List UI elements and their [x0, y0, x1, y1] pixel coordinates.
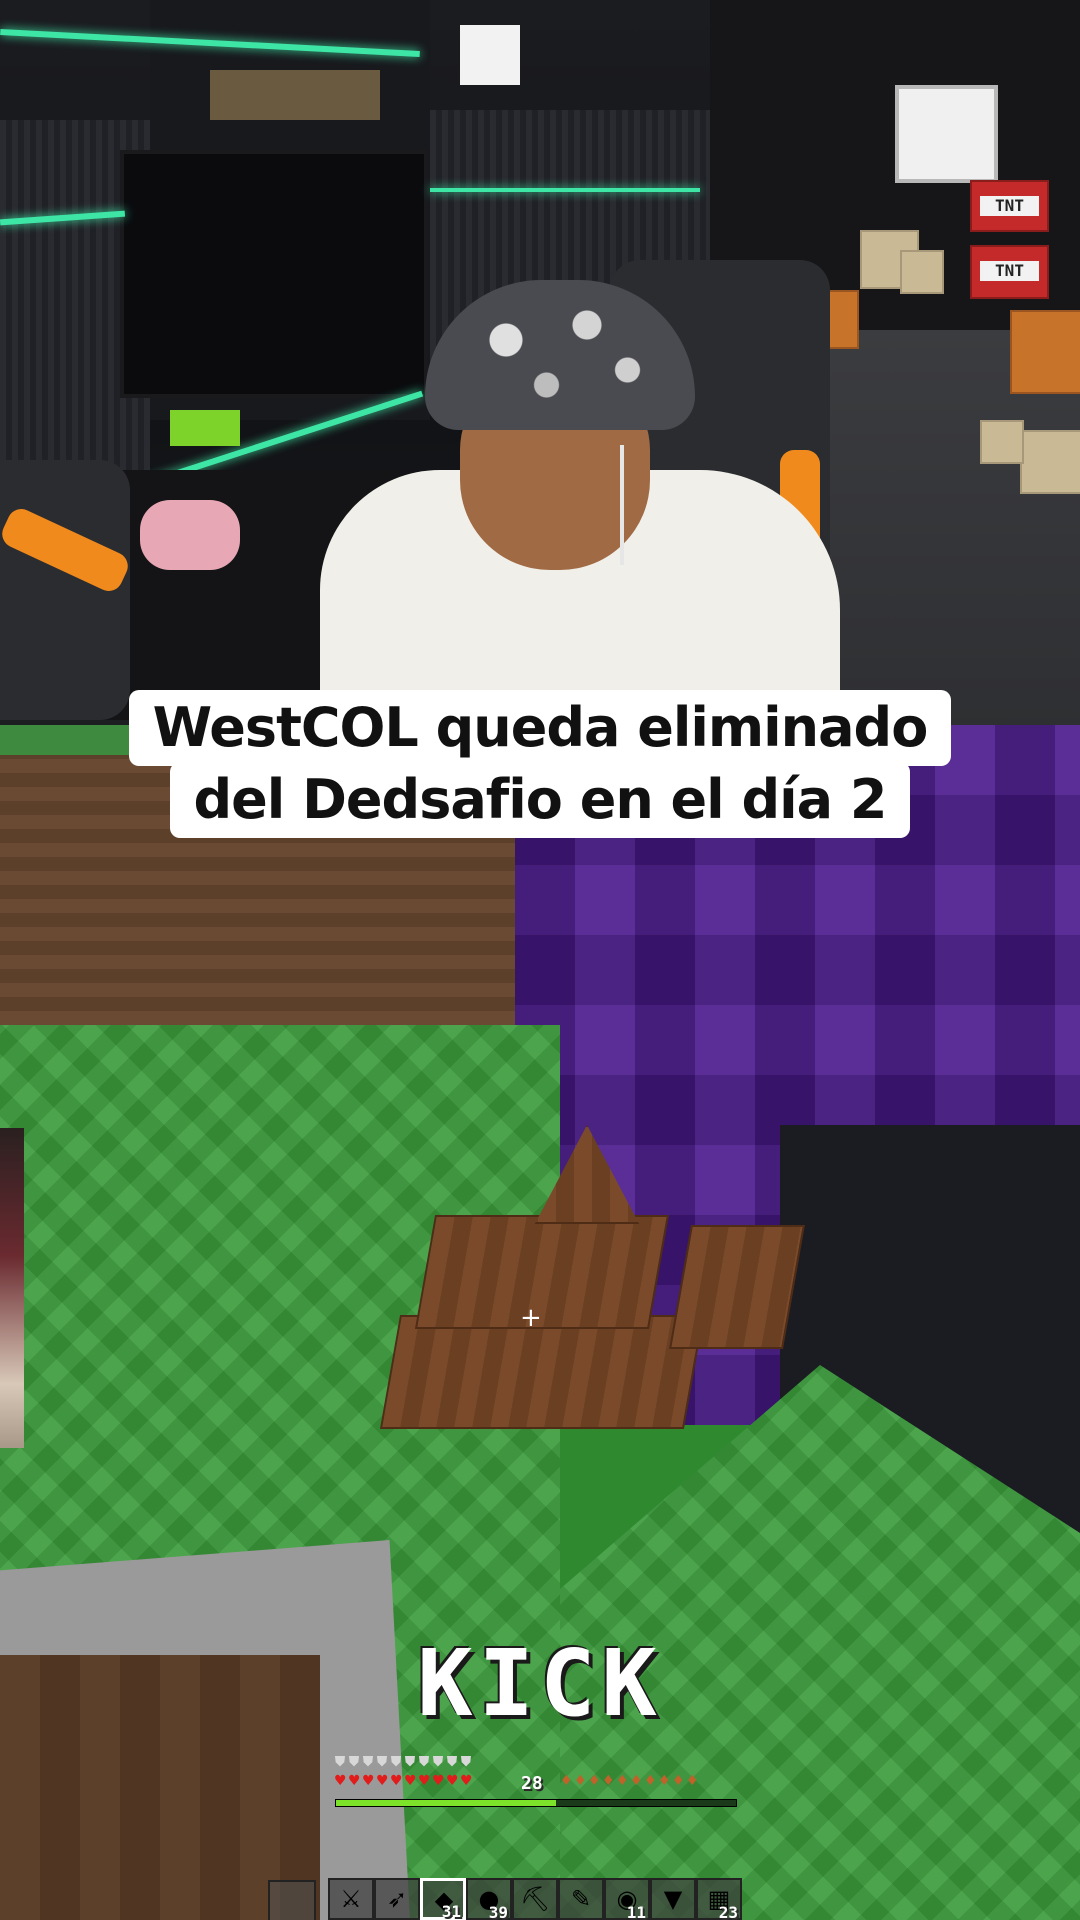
bow-icon: ➶	[386, 1885, 408, 1913]
hotbar-slot[interactable]: ◆ 31	[420, 1878, 466, 1920]
hunger-icon: ♦	[574, 1773, 587, 1789]
creeper-figure	[170, 410, 240, 446]
armor-icon: ⛊	[362, 1754, 374, 1770]
caption: WestCOL queda eliminado del Dedsafio en …	[0, 690, 1080, 838]
offhand-slot[interactable]	[268, 1880, 316, 1920]
xp-bar-fill	[336, 1800, 556, 1806]
orange-box	[1010, 310, 1080, 394]
hunger-icon: ♦	[658, 1773, 671, 1789]
heart-icon: ♥	[348, 1773, 361, 1789]
minecraft-gameplay: +	[0, 725, 1080, 1920]
item-count: 11	[626, 1903, 646, 1920]
mud-block-base	[379, 1315, 705, 1429]
item-count: 23	[718, 1903, 738, 1920]
hunger-icon: ♦	[616, 1773, 629, 1789]
hotbar: ⚔ ➶ ◆ 31 ● 39 ⛏ ✎ ◉ 11 ▼ ▦ 23	[328, 1878, 742, 1920]
kick-watermark: KICK	[417, 1630, 663, 1737]
cardboard-box	[980, 420, 1024, 464]
monitor	[120, 150, 428, 398]
ore-shelf	[210, 70, 380, 120]
armor-icon: ⛊	[334, 1754, 346, 1770]
hunger-icon: ♦	[672, 1773, 685, 1789]
armor-icon: ⛊	[348, 1754, 360, 1770]
item-count: 39	[488, 1903, 508, 1920]
armor-icon: ⛊	[390, 1754, 402, 1770]
hunger-icon: ♦	[630, 1773, 643, 1789]
armor-icon: ⛊	[418, 1754, 430, 1770]
armor-icon: ⛊	[446, 1754, 458, 1770]
crosshair-icon: +	[520, 1303, 542, 1333]
hotbar-slot[interactable]: ◉ 11	[604, 1878, 650, 1920]
armor-icon: ⛊	[376, 1754, 388, 1770]
armor-bar: ⛊ ⛊ ⛊ ⛊ ⛊ ⛊ ⛊ ⛊ ⛊ ⛊	[334, 1754, 472, 1770]
health-bar: ♥ ♥ ♥ ♥ ♥ ♥ ♥ ♥ ♥ ♥	[334, 1773, 473, 1789]
hotbar-slot[interactable]: ▦ 23	[696, 1878, 742, 1920]
ghast-figure	[460, 25, 520, 85]
mud-block-side	[669, 1225, 805, 1349]
heart-icon: ♥	[446, 1773, 459, 1789]
pink-plush	[140, 500, 240, 570]
led-strip	[430, 188, 700, 192]
bucket-icon: ▼	[663, 1885, 683, 1913]
hotbar-slot[interactable]: ⛏	[512, 1878, 558, 1920]
xp-bar	[335, 1799, 737, 1807]
caption-line-2: del Dedsafio en el día 2	[169, 762, 911, 838]
cardboard-box	[1020, 430, 1080, 494]
heart-icon: ♥	[404, 1773, 417, 1789]
armor-icon: ⛊	[460, 1754, 472, 1770]
facecam-strip	[0, 1128, 24, 1448]
heart-icon: ♥	[390, 1773, 403, 1789]
heart-icon: ♥	[460, 1773, 473, 1789]
hotbar-slot[interactable]: ▼	[650, 1878, 696, 1920]
item-count: 31	[441, 1902, 461, 1920]
heart-icon: ♥	[432, 1773, 445, 1789]
hunger-icon: ♦	[686, 1773, 699, 1789]
hotbar-slot[interactable]: ✎	[558, 1878, 604, 1920]
hunger-icon: ♦	[588, 1773, 601, 1789]
tnt-block: TNT	[970, 180, 1049, 232]
hunger-icon: ♦	[602, 1773, 615, 1789]
webcam-feed: TNT TNT	[0, 0, 1080, 725]
hotbar-slot[interactable]: ● 39	[466, 1878, 512, 1920]
pickaxe-icon: ⛏	[520, 1885, 551, 1913]
xp-level: 28	[521, 1773, 543, 1794]
caption-line-1: WestCOL queda eliminado	[128, 690, 952, 766]
westcol-poster	[895, 85, 998, 183]
heart-icon: ♥	[376, 1773, 389, 1789]
tnt-block: TNT	[970, 245, 1049, 299]
earphone-wire	[620, 445, 624, 565]
hunger-icon: ♦	[644, 1773, 657, 1789]
heart-icon: ♥	[334, 1773, 347, 1789]
mud-block-mid	[414, 1215, 670, 1329]
diamond-sword-icon: ⚔	[340, 1885, 362, 1913]
armor-icon: ⛊	[404, 1754, 416, 1770]
heart-icon: ♥	[362, 1773, 375, 1789]
video-frame: TNT TNT + WestCOL queda eliminado del De…	[0, 0, 1080, 1920]
hunger-icon: ♦	[560, 1773, 573, 1789]
hotbar-slot[interactable]: ➶	[374, 1878, 420, 1920]
hunger-bar: ♦ ♦ ♦ ♦ ♦ ♦ ♦ ♦ ♦ ♦	[560, 1773, 699, 1789]
armor-icon: ⛊	[432, 1754, 444, 1770]
heart-icon: ♥	[418, 1773, 431, 1789]
cardboard-box	[900, 250, 944, 294]
hotbar-slot[interactable]: ⚔	[328, 1878, 374, 1920]
axe-icon: ✎	[570, 1885, 592, 1913]
